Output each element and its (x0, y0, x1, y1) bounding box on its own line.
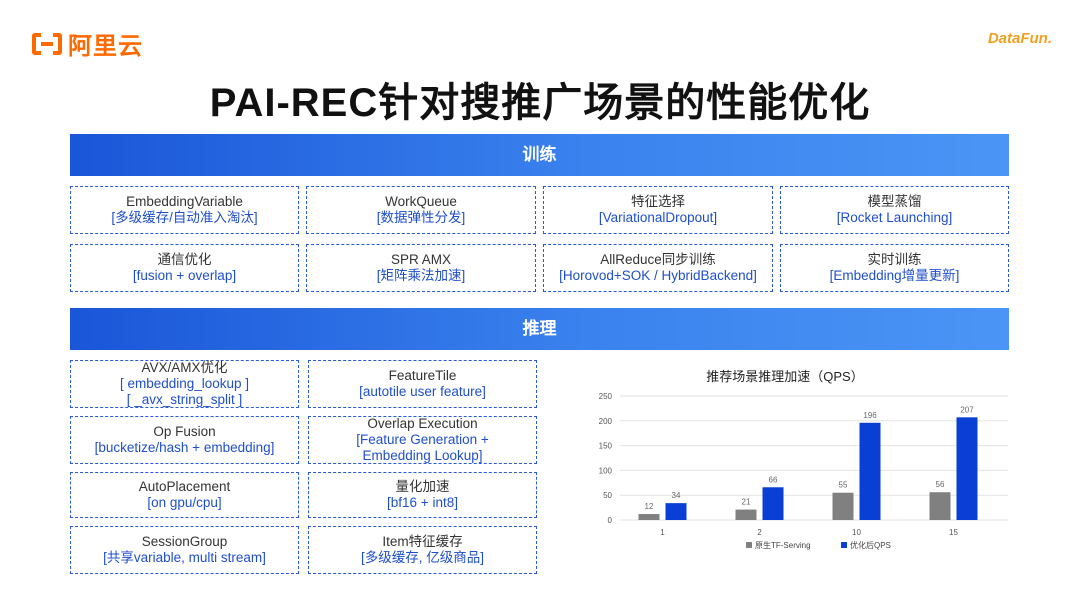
data-label: 56 (936, 480, 945, 489)
data-label: 66 (769, 475, 778, 484)
bar (859, 422, 881, 520)
bar (638, 514, 660, 520)
y-tick-label: 100 (599, 466, 613, 475)
bar (956, 417, 978, 520)
bar (735, 509, 757, 520)
data-label: 12 (645, 502, 654, 511)
data-label: 207 (960, 405, 974, 414)
y-tick-label: 250 (599, 392, 613, 401)
bar (762, 487, 784, 520)
bar (665, 503, 687, 520)
bar (929, 492, 951, 520)
data-label: 55 (839, 481, 848, 490)
y-tick-label: 150 (599, 442, 613, 451)
data-label: 196 (863, 411, 877, 420)
data-label: 21 (742, 498, 751, 507)
y-tick-label: 200 (599, 417, 613, 426)
qps-bar-chart: 0 50 100 150 200 250 12 34 1 21 66 2 55 196 10 56 207 15 原… (599, 392, 1008, 550)
legend-swatch (746, 542, 752, 548)
data-label: 34 (672, 491, 681, 500)
x-tick-label: 1 (660, 528, 665, 537)
bar (832, 492, 854, 520)
legend-label: 原生TF-Serving (755, 540, 811, 550)
x-tick-label: 15 (949, 528, 958, 537)
legend-label: 优化后QPS (850, 540, 891, 550)
x-tick-label: 2 (757, 528, 762, 537)
y-tick-label: 50 (603, 491, 612, 500)
y-tick-label: 0 (608, 516, 613, 525)
legend-swatch (841, 542, 847, 548)
x-tick-label: 10 (852, 528, 861, 537)
